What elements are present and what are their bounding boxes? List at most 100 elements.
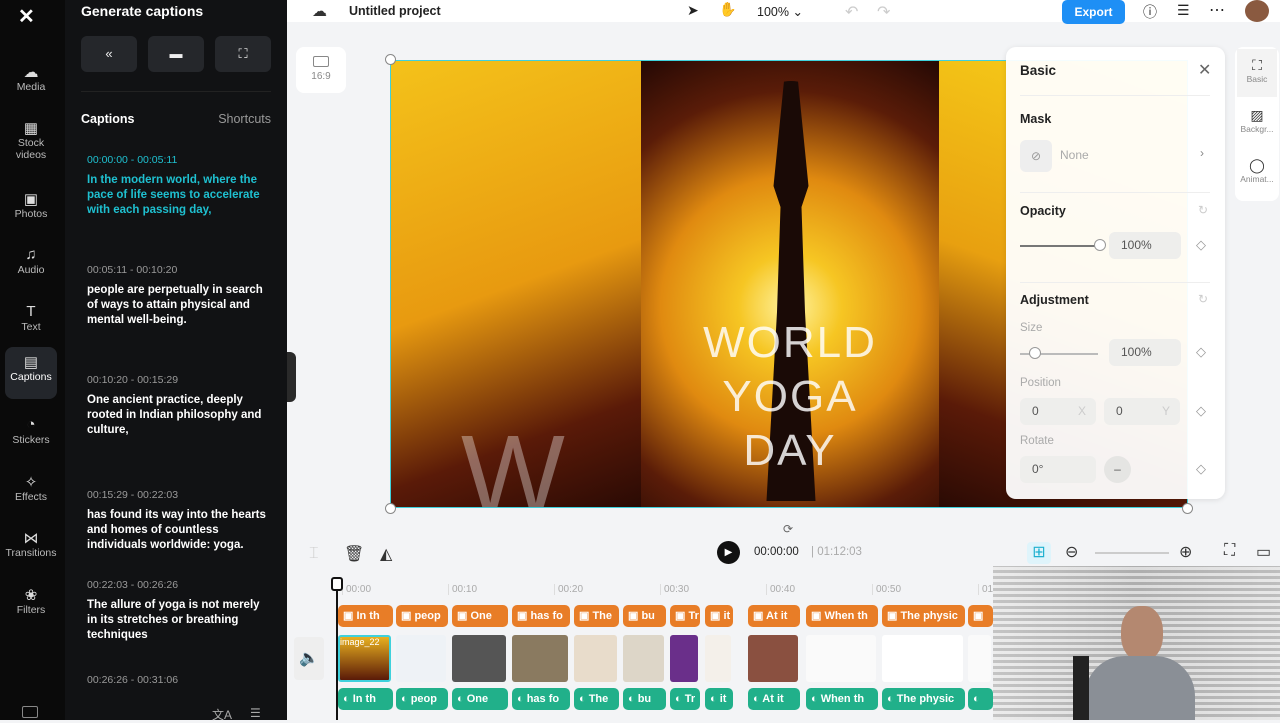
position-y-input[interactable]: 0Y — [1104, 398, 1180, 425]
video-clip[interactable] — [748, 635, 798, 682]
play-button[interactable]: ▶ — [717, 541, 740, 564]
undo-icon[interactable]: ↶ — [845, 2, 858, 22]
cc-button[interactable]: « — [81, 36, 137, 72]
zoom-select[interactable]: 100% ⌄ — [757, 4, 803, 19]
caption-text[interactable]: One ancient practice, deeply rooted in I… — [87, 393, 267, 438]
rotate-dial[interactable]: – — [1104, 456, 1131, 483]
video-clip[interactable] — [968, 635, 991, 682]
settings-list-icon[interactable]: ☰ — [250, 706, 261, 720]
select-pointer-icon[interactable]: ➤ — [687, 2, 699, 19]
caption-clip[interactable]: ▣ has fo — [512, 605, 570, 627]
project-title[interactable]: Untitled project — [349, 4, 441, 18]
fullscreen-icon[interactable]: ⛶ — [1224, 542, 1235, 560]
hand-icon[interactable]: ✋ — [719, 1, 736, 18]
mirror-icon[interactable]: ◭ — [380, 544, 392, 564]
panel-collapse-handle[interactable] — [287, 352, 296, 402]
caption-clip[interactable]: ▣ it — [705, 605, 733, 627]
playhead-handle[interactable] — [331, 577, 343, 591]
delete-icon[interactable]: 🗑 — [344, 544, 364, 564]
video-clip[interactable] — [396, 635, 446, 682]
caption-clip[interactable]: ▣ One — [452, 605, 508, 627]
keyframe-icon[interactable]: ◇ — [1196, 403, 1206, 419]
caption-item[interactable]: 00:22:03 - 00:26:26 The allure of yoga is… — [87, 578, 267, 643]
caption-item[interactable]: 00:05:11 - 00:10:20 people are perpetuall… — [87, 263, 267, 328]
export-button[interactable]: Export — [1062, 0, 1125, 24]
caption-clip[interactable]: ▣ The — [574, 605, 619, 627]
video-clip[interactable] — [705, 635, 731, 682]
mask-value[interactable]: None — [1060, 148, 1089, 162]
audio-clip[interactable]: ◐ One — [452, 688, 508, 710]
sidebar-item-photos[interactable]: ▣ Photos — [5, 184, 57, 236]
resize-handle[interactable] — [385, 503, 396, 514]
close-icon[interactable]: ✕ — [1198, 60, 1211, 80]
face-scan-button[interactable]: ⛶ — [215, 36, 271, 72]
preview-window-icon[interactable]: ▭ — [1256, 542, 1271, 562]
sidebar-item-captions[interactable]: ▤ Captions — [5, 347, 57, 399]
sidebar-item-text[interactable]: T Text — [5, 297, 57, 349]
mute-track-icon[interactable]: 🔈 — [294, 637, 324, 680]
video-clip[interactable] — [574, 635, 617, 682]
size-input[interactable]: 100% — [1109, 339, 1181, 366]
help-icon[interactable]: ⓘ — [1143, 2, 1157, 22]
opacity-slider[interactable] — [1020, 245, 1100, 247]
reset-icon[interactable]: ↻ — [1198, 292, 1208, 306]
size-slider-knob[interactable] — [1029, 347, 1041, 359]
subtitle-button[interactable]: ▬ — [148, 36, 204, 72]
audio-clip[interactable]: ◐ peop — [396, 688, 448, 710]
timeline-ruler[interactable]: 00:00 00:10 00:20 00:30 00:40 00:50 01:0 — [287, 578, 1001, 600]
caption-clip[interactable]: ▣ Tr — [670, 605, 700, 627]
video-clip[interactable] — [882, 635, 963, 682]
position-x-input[interactable]: 0X — [1020, 398, 1096, 425]
audio-clip[interactable]: ◐ — [968, 688, 993, 710]
audio-clip[interactable]: ◐ When th — [806, 688, 878, 710]
caption-clip[interactable]: ▣ At it — [748, 605, 800, 627]
caption-clip[interactable]: ▣ When th — [806, 605, 878, 627]
keyframe-icon[interactable]: ◇ — [1196, 461, 1206, 477]
audio-clip[interactable]: ◐ The — [574, 688, 619, 710]
timeline-zoom-slider[interactable] — [1095, 552, 1169, 554]
sidebar-item-effects[interactable]: ✧ Effects — [5, 467, 57, 519]
resize-handle[interactable] — [385, 54, 396, 65]
sidebar-item-filters[interactable]: ❀ Filters — [5, 580, 57, 632]
more-icon[interactable]: ⋯ — [1209, 0, 1225, 20]
video-clip[interactable] — [806, 635, 876, 682]
sidebar-item-stickers[interactable]: ◔ Stickers — [5, 410, 57, 462]
sidebar-item-media[interactable]: ☁ Media — [5, 57, 57, 109]
keyframe-icon[interactable]: ◇ — [1196, 344, 1206, 360]
caption-item[interactable]: 00:10:20 - 00:15:29 One ancient practice,… — [87, 373, 267, 438]
caption-item[interactable]: 00:15:29 - 00:22:03 has found its way int… — [87, 488, 267, 553]
caption-item[interactable]: 00:00:00 - 00:05:11 In the modern world, … — [87, 153, 267, 218]
caption-text[interactable]: people are perpetually in search of ways… — [87, 283, 267, 328]
sidebar-item-audio[interactable]: ♫ Audio — [5, 240, 57, 292]
audio-clip[interactable]: ◐ At it — [748, 688, 800, 710]
tab-animation[interactable]: ◯ Animat... — [1237, 149, 1277, 197]
keyframe-icon[interactable]: ◇ — [1196, 237, 1206, 253]
keyboard-icon[interactable] — [22, 706, 38, 718]
avatar[interactable] — [1245, 0, 1269, 22]
storage-icon[interactable]: ☰ — [1177, 2, 1190, 19]
caption-clip[interactable]: ▣ — [968, 605, 993, 627]
audio-clip[interactable]: ◐ The physic — [882, 688, 965, 710]
video-clip[interactable] — [512, 635, 568, 682]
chevron-right-icon[interactable]: › — [1200, 146, 1204, 160]
tab-background[interactable]: ▨ Backgr... — [1237, 99, 1277, 147]
caption-clip[interactable]: ▣ The physic — [882, 605, 965, 627]
video-clip[interactable]: image_22 — [338, 635, 391, 682]
cloud-icon[interactable]: ☁ — [312, 2, 327, 20]
tab-image[interactable]: ⛶ Basic — [1237, 49, 1277, 97]
caption-text[interactable]: In the modern world, where the pace of l… — [87, 173, 267, 218]
capcut-logo-icon[interactable]: ✕ — [18, 4, 35, 29]
translate-icon[interactable]: 文A — [212, 706, 232, 723]
audio-clip[interactable]: ◐ it — [705, 688, 733, 710]
video-clip[interactable] — [623, 635, 664, 682]
rotate-handle-icon[interactable]: ⟳ — [783, 522, 793, 536]
zoom-out-icon[interactable]: ⊖ — [1065, 542, 1078, 562]
audio-clip[interactable]: ◐ has fo — [512, 688, 570, 710]
caption-text[interactable]: The allure of yoga is not merely in its … — [87, 598, 267, 643]
audio-clip[interactable]: ◐ bu — [623, 688, 666, 710]
caption-item[interactable]: 00:26:26 - 00:31:06 — [87, 673, 267, 693]
reset-icon[interactable]: ↻ — [1198, 203, 1208, 217]
sidebar-item-transitions[interactable]: ⋈ Transitions — [5, 523, 57, 575]
audio-clip[interactable]: ◐ Tr — [670, 688, 700, 710]
opacity-input[interactable]: 100% — [1109, 232, 1181, 259]
